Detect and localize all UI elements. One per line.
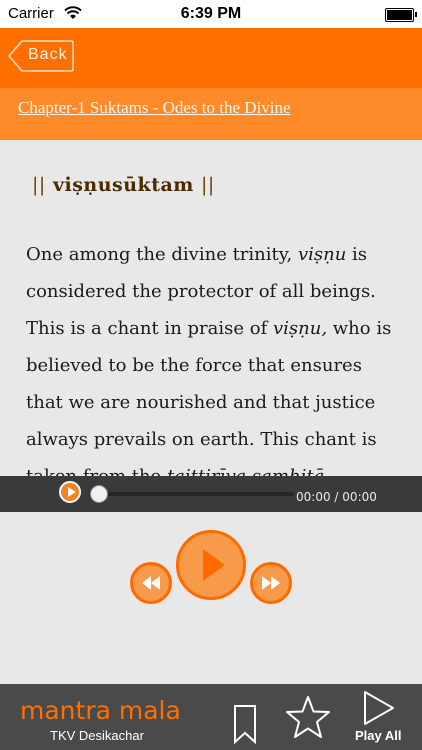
bookmark-icon[interactable] — [232, 704, 258, 744]
title-bars-right: || — [201, 174, 215, 196]
audio-player-bar: 00:00 / 00:00 — [0, 476, 422, 512]
rewind-icon — [142, 576, 160, 590]
section-title-text: viṣṇusūktam — [52, 174, 194, 196]
star-icon[interactable] — [284, 694, 332, 740]
time-separator: / — [334, 490, 339, 504]
bottom-bar: mantra mala TKV Desikachar Play All — [0, 684, 422, 750]
progress-thumb[interactable] — [90, 485, 108, 503]
elapsed-time: 00:00 — [296, 490, 331, 504]
app-title: mantra mala — [20, 696, 181, 725]
play-button[interactable] — [176, 530, 246, 600]
progress-track[interactable] — [98, 492, 294, 496]
playback-controls — [0, 512, 422, 684]
content-area[interactable]: || viṣṇusūktam || One among the divine t… — [0, 140, 422, 476]
fast-forward-icon — [262, 576, 280, 590]
play-all-label[interactable]: Play All — [355, 728, 401, 743]
clock: 6:39 PM — [180, 5, 242, 22]
top-header: Back — [0, 28, 422, 88]
duration-time: 00:00 — [342, 490, 377, 504]
play-all-icon[interactable] — [362, 690, 396, 726]
italic-term: taittirīya saṃhitā — [167, 466, 324, 476]
time-readout: 00:00 / 00:00 — [296, 490, 418, 504]
play-icon — [203, 549, 225, 581]
author-name: TKV Desikachar — [50, 728, 144, 743]
title-bars-left: || — [32, 174, 46, 196]
section-title: || viṣṇusūktam || — [32, 174, 215, 196]
italic-term: viṣṇu — [297, 244, 347, 265]
chapter-bar: Chapter-1 Suktams - Odes to the Divine — [0, 88, 422, 140]
back-button[interactable]: Back — [8, 40, 74, 72]
mini-play-icon[interactable] — [59, 481, 81, 503]
paragraph-text: One among the divine trinity, — [26, 244, 298, 265]
paragraph-text: who is believed to be the force that ens… — [26, 318, 392, 476]
fast-forward-button[interactable] — [250, 562, 292, 604]
status-bar: Carrier 6:39 PM — [0, 0, 422, 28]
battery-icon — [385, 8, 417, 22]
description-paragraph: One among the divine trinity, viṣṇu is c… — [26, 236, 396, 476]
italic-term: viṣṇu, — [272, 318, 328, 339]
rewind-button[interactable] — [130, 562, 172, 604]
chapter-title-link[interactable]: Chapter-1 Suktams - Odes to the Divine — [18, 98, 291, 118]
back-button-label: Back — [28, 46, 68, 63]
